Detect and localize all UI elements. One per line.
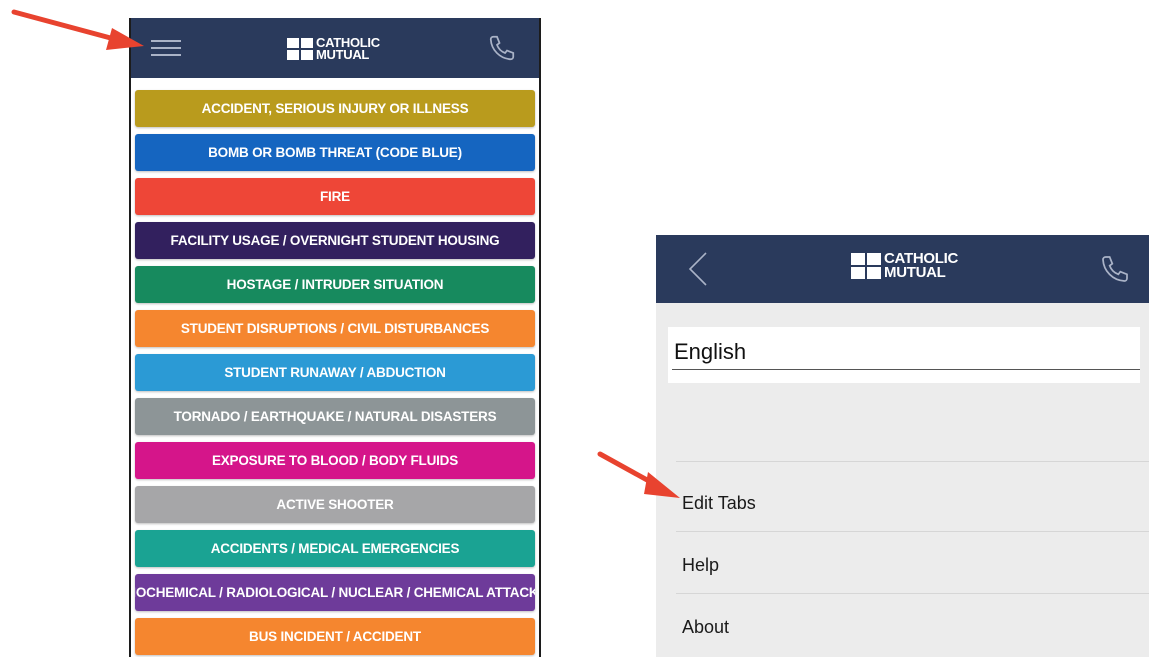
emergency-button[interactable]: ACCIDENT, SERIOUS INJURY OR ILLNESS (135, 90, 535, 127)
emergency-button[interactable]: FACILITY USAGE / OVERNIGHT STUDENT HOUSI… (135, 222, 535, 259)
settings-header: CATHOLIC MUTUAL (656, 235, 1149, 303)
emergency-button[interactable]: STUDENT RUNAWAY / ABDUCTION (135, 354, 535, 391)
emergency-button[interactable]: BIOCHEMICAL / RADIOLOGICAL / NUCLEAR / C… (135, 574, 535, 611)
annotation-arrow-icon (597, 451, 680, 498)
language-select[interactable]: English (668, 327, 1140, 383)
emergency-button[interactable]: TORNADO / EARTHQUAKE / NATURAL DISASTERS (135, 398, 535, 435)
emergency-button[interactable]: EXPOSURE TO BLOOD / BODY FLUIDS (135, 442, 535, 479)
menu-divider (676, 531, 1149, 532)
annotation-arrow-icon (11, 9, 144, 50)
logo-text-line2: MUTUAL (884, 264, 946, 281)
emergency-button[interactable]: FIRE (135, 178, 535, 215)
catholic-mutual-logo: CATHOLIC MUTUAL (851, 251, 958, 281)
back-chevron-icon[interactable] (686, 251, 710, 292)
language-value: English (674, 339, 747, 364)
emergency-button[interactable]: ACCIDENTS / MEDICAL EMERGENCIES (135, 530, 535, 567)
phone-call-icon[interactable] (487, 33, 517, 68)
logo-mark-icon (287, 38, 313, 60)
menu-item-edit-tabs[interactable]: Edit Tabs (682, 493, 756, 514)
emergency-button[interactable]: STUDENT DISRUPTIONS / CIVIL DISTURBANCES (135, 310, 535, 347)
language-underline (672, 369, 1140, 370)
emergency-button[interactable]: ACTIVE SHOOTER (135, 486, 535, 523)
logo-text-line2: MUTUAL (316, 47, 370, 62)
menu-divider (676, 593, 1149, 594)
settings-screen: CATHOLIC MUTUAL English Edit Tabs Help A… (656, 235, 1149, 657)
emergency-button[interactable]: BOMB OR BOMB THREAT (CODE BLUE) (135, 134, 535, 171)
hamburger-menu-icon[interactable] (151, 40, 181, 56)
main-screen: CATHOLIC MUTUAL ACCIDENT, SERIOUS INJURY… (129, 18, 541, 657)
logo-mark-icon (851, 253, 881, 279)
app-header: CATHOLIC MUTUAL (131, 18, 539, 78)
emergency-button[interactable]: HOSTAGE / INTRUDER SITUATION (135, 266, 535, 303)
menu-divider (676, 461, 1149, 462)
emergency-button[interactable]: BUS INCIDENT / ACCIDENT (135, 618, 535, 655)
catholic-mutual-logo: CATHOLIC MUTUAL (287, 36, 380, 62)
phone-call-icon[interactable] (1099, 253, 1131, 290)
emergency-button-list: ACCIDENT, SERIOUS INJURY OR ILLNESS BOMB … (135, 90, 535, 657)
menu-item-help[interactable]: Help (682, 555, 719, 576)
menu-item-about[interactable]: About (682, 617, 729, 638)
